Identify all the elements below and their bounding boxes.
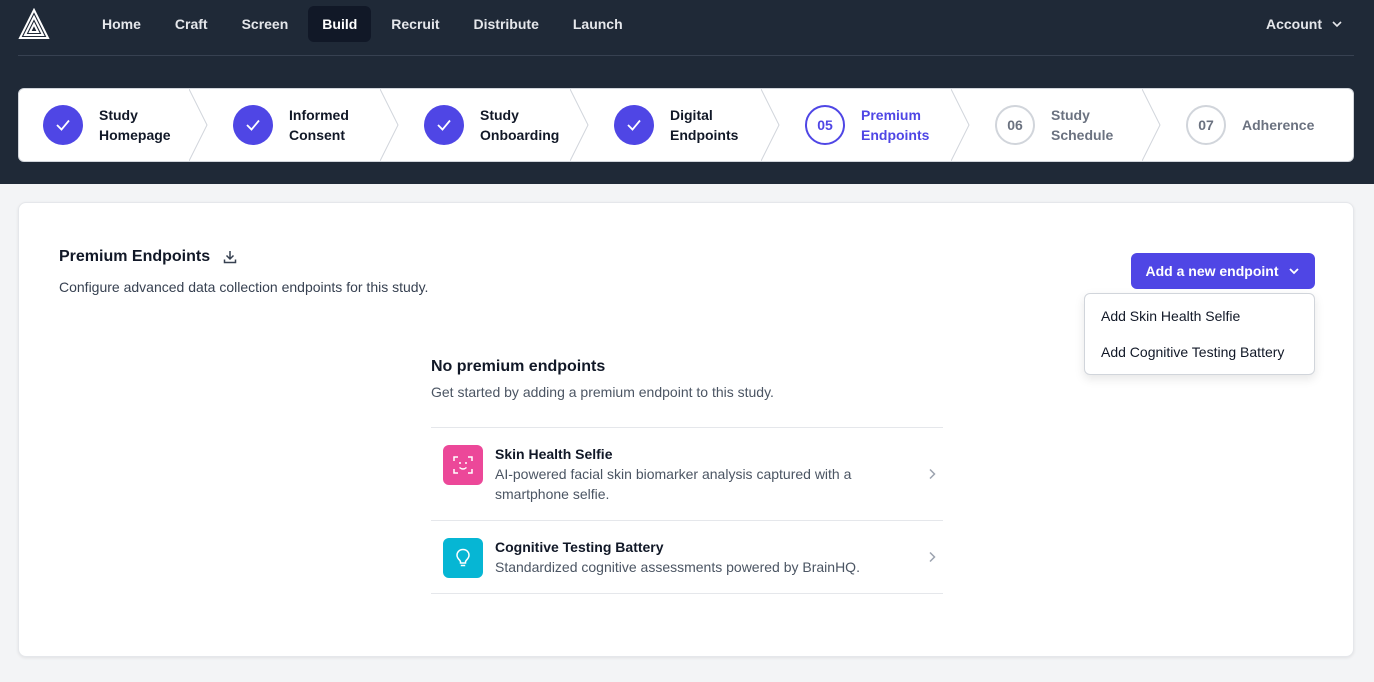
build-stepper: Study Homepage Informed Consent Study Onboa…: [18, 88, 1354, 162]
download-icon[interactable]: [222, 249, 238, 265]
lightbulb-icon: [443, 538, 483, 578]
nav-item-launch[interactable]: Launch: [559, 6, 637, 42]
nav-item-recruit[interactable]: Recruit: [377, 6, 453, 42]
endpoint-name: Skin Health Selfie: [495, 446, 613, 462]
nav-item-distribute[interactable]: Distribute: [460, 6, 553, 42]
step-label: Adherence: [1242, 117, 1315, 133]
page-title: Premium Endpoints: [59, 248, 211, 265]
step-number: 07: [1186, 105, 1226, 145]
top-navbar: Home Craft Screen Build Recruit Distribu…: [0, 0, 1374, 56]
step-separator: [570, 89, 589, 161]
endpoint-list: Skin Health Selfie AI-powered facial ski…: [431, 427, 943, 594]
step-number: 06: [995, 105, 1035, 145]
step-study-homepage[interactable]: Study Homepage: [19, 89, 209, 161]
endpoint-name: Cognitive Testing Battery: [495, 539, 664, 555]
empty-state-title: No premium endpoints: [431, 358, 606, 375]
chevron-right-icon: [929, 551, 936, 563]
step-adherence[interactable]: 07 Adherence: [1162, 89, 1353, 161]
step-study-schedule[interactable]: 06 Study Schedule: [971, 89, 1162, 161]
step-premium-endpoints[interactable]: 05 Premium Endpoints: [781, 89, 971, 161]
add-endpoint-dropdown: Add Skin Health Selfie Add Cognitive Tes…: [1084, 293, 1315, 375]
add-endpoint-label: Add a new endpoint: [1145, 263, 1279, 279]
step-separator: [1142, 89, 1161, 161]
step-label: Informed Consent: [289, 107, 349, 143]
step-separator: [951, 89, 970, 161]
add-endpoint-button[interactable]: Add a new endpoint: [1131, 253, 1315, 289]
nav-item-screen[interactable]: Screen: [228, 6, 303, 42]
nav-item-craft[interactable]: Craft: [161, 6, 222, 42]
account-menu[interactable]: Account: [1266, 6, 1344, 42]
premium-endpoints-card: Premium Endpoints Configure advanced dat…: [18, 202, 1354, 657]
endpoint-description: Standardized cognitive assessments power…: [495, 559, 860, 575]
step-label: Study Homepage: [99, 107, 171, 143]
step-label: Premium Endpoints: [861, 107, 930, 143]
step-label: Digital Endpoints: [670, 107, 739, 143]
check-icon: [424, 105, 464, 145]
step-separator: [189, 89, 208, 161]
check-icon: [614, 105, 654, 145]
chevron-down-icon: [1332, 21, 1342, 28]
account-label: Account: [1266, 16, 1322, 32]
dropdown-item-skin-health-selfie[interactable]: Add Skin Health Selfie: [1085, 298, 1314, 334]
page-subtitle: Configure advanced data collection endpo…: [59, 279, 429, 295]
step-study-onboarding[interactable]: Study Onboarding: [400, 89, 590, 161]
nav-item-build[interactable]: Build: [308, 6, 372, 42]
nav-item-home[interactable]: Home: [88, 6, 155, 42]
triangle-logo-icon[interactable]: [18, 8, 50, 40]
step-label: Study Schedule: [1051, 107, 1114, 143]
endpoint-item-skin-health-selfie[interactable]: Skin Health Selfie AI-powered facial ski…: [431, 428, 943, 521]
main-nav: Home Craft Screen Build Recruit Distribu…: [88, 6, 643, 42]
step-separator: [761, 89, 780, 161]
step-number: 05: [805, 105, 845, 145]
header-band: Home Craft Screen Build Recruit Distribu…: [0, 0, 1374, 184]
step-informed-consent[interactable]: Informed Consent: [209, 89, 400, 161]
nav-divider: [18, 55, 1354, 56]
chevron-down-icon: [1288, 268, 1299, 275]
step-digital-endpoints[interactable]: Digital Endpoints: [590, 89, 781, 161]
endpoint-item-cognitive-testing-battery[interactable]: Cognitive Testing Battery Standardized c…: [431, 521, 943, 594]
endpoint-description: AI-powered facial skin biomarker analysi…: [495, 466, 852, 502]
chevron-right-icon: [929, 468, 936, 480]
check-icon: [233, 105, 273, 145]
empty-state-subtitle: Get started by adding a premium endpoint…: [431, 384, 774, 400]
step-label: Study Onboarding: [480, 107, 560, 143]
dropdown-item-cognitive-testing-battery[interactable]: Add Cognitive Testing Battery: [1085, 334, 1314, 370]
check-icon: [43, 105, 83, 145]
step-separator: [380, 89, 399, 161]
face-scan-icon: [443, 445, 483, 485]
